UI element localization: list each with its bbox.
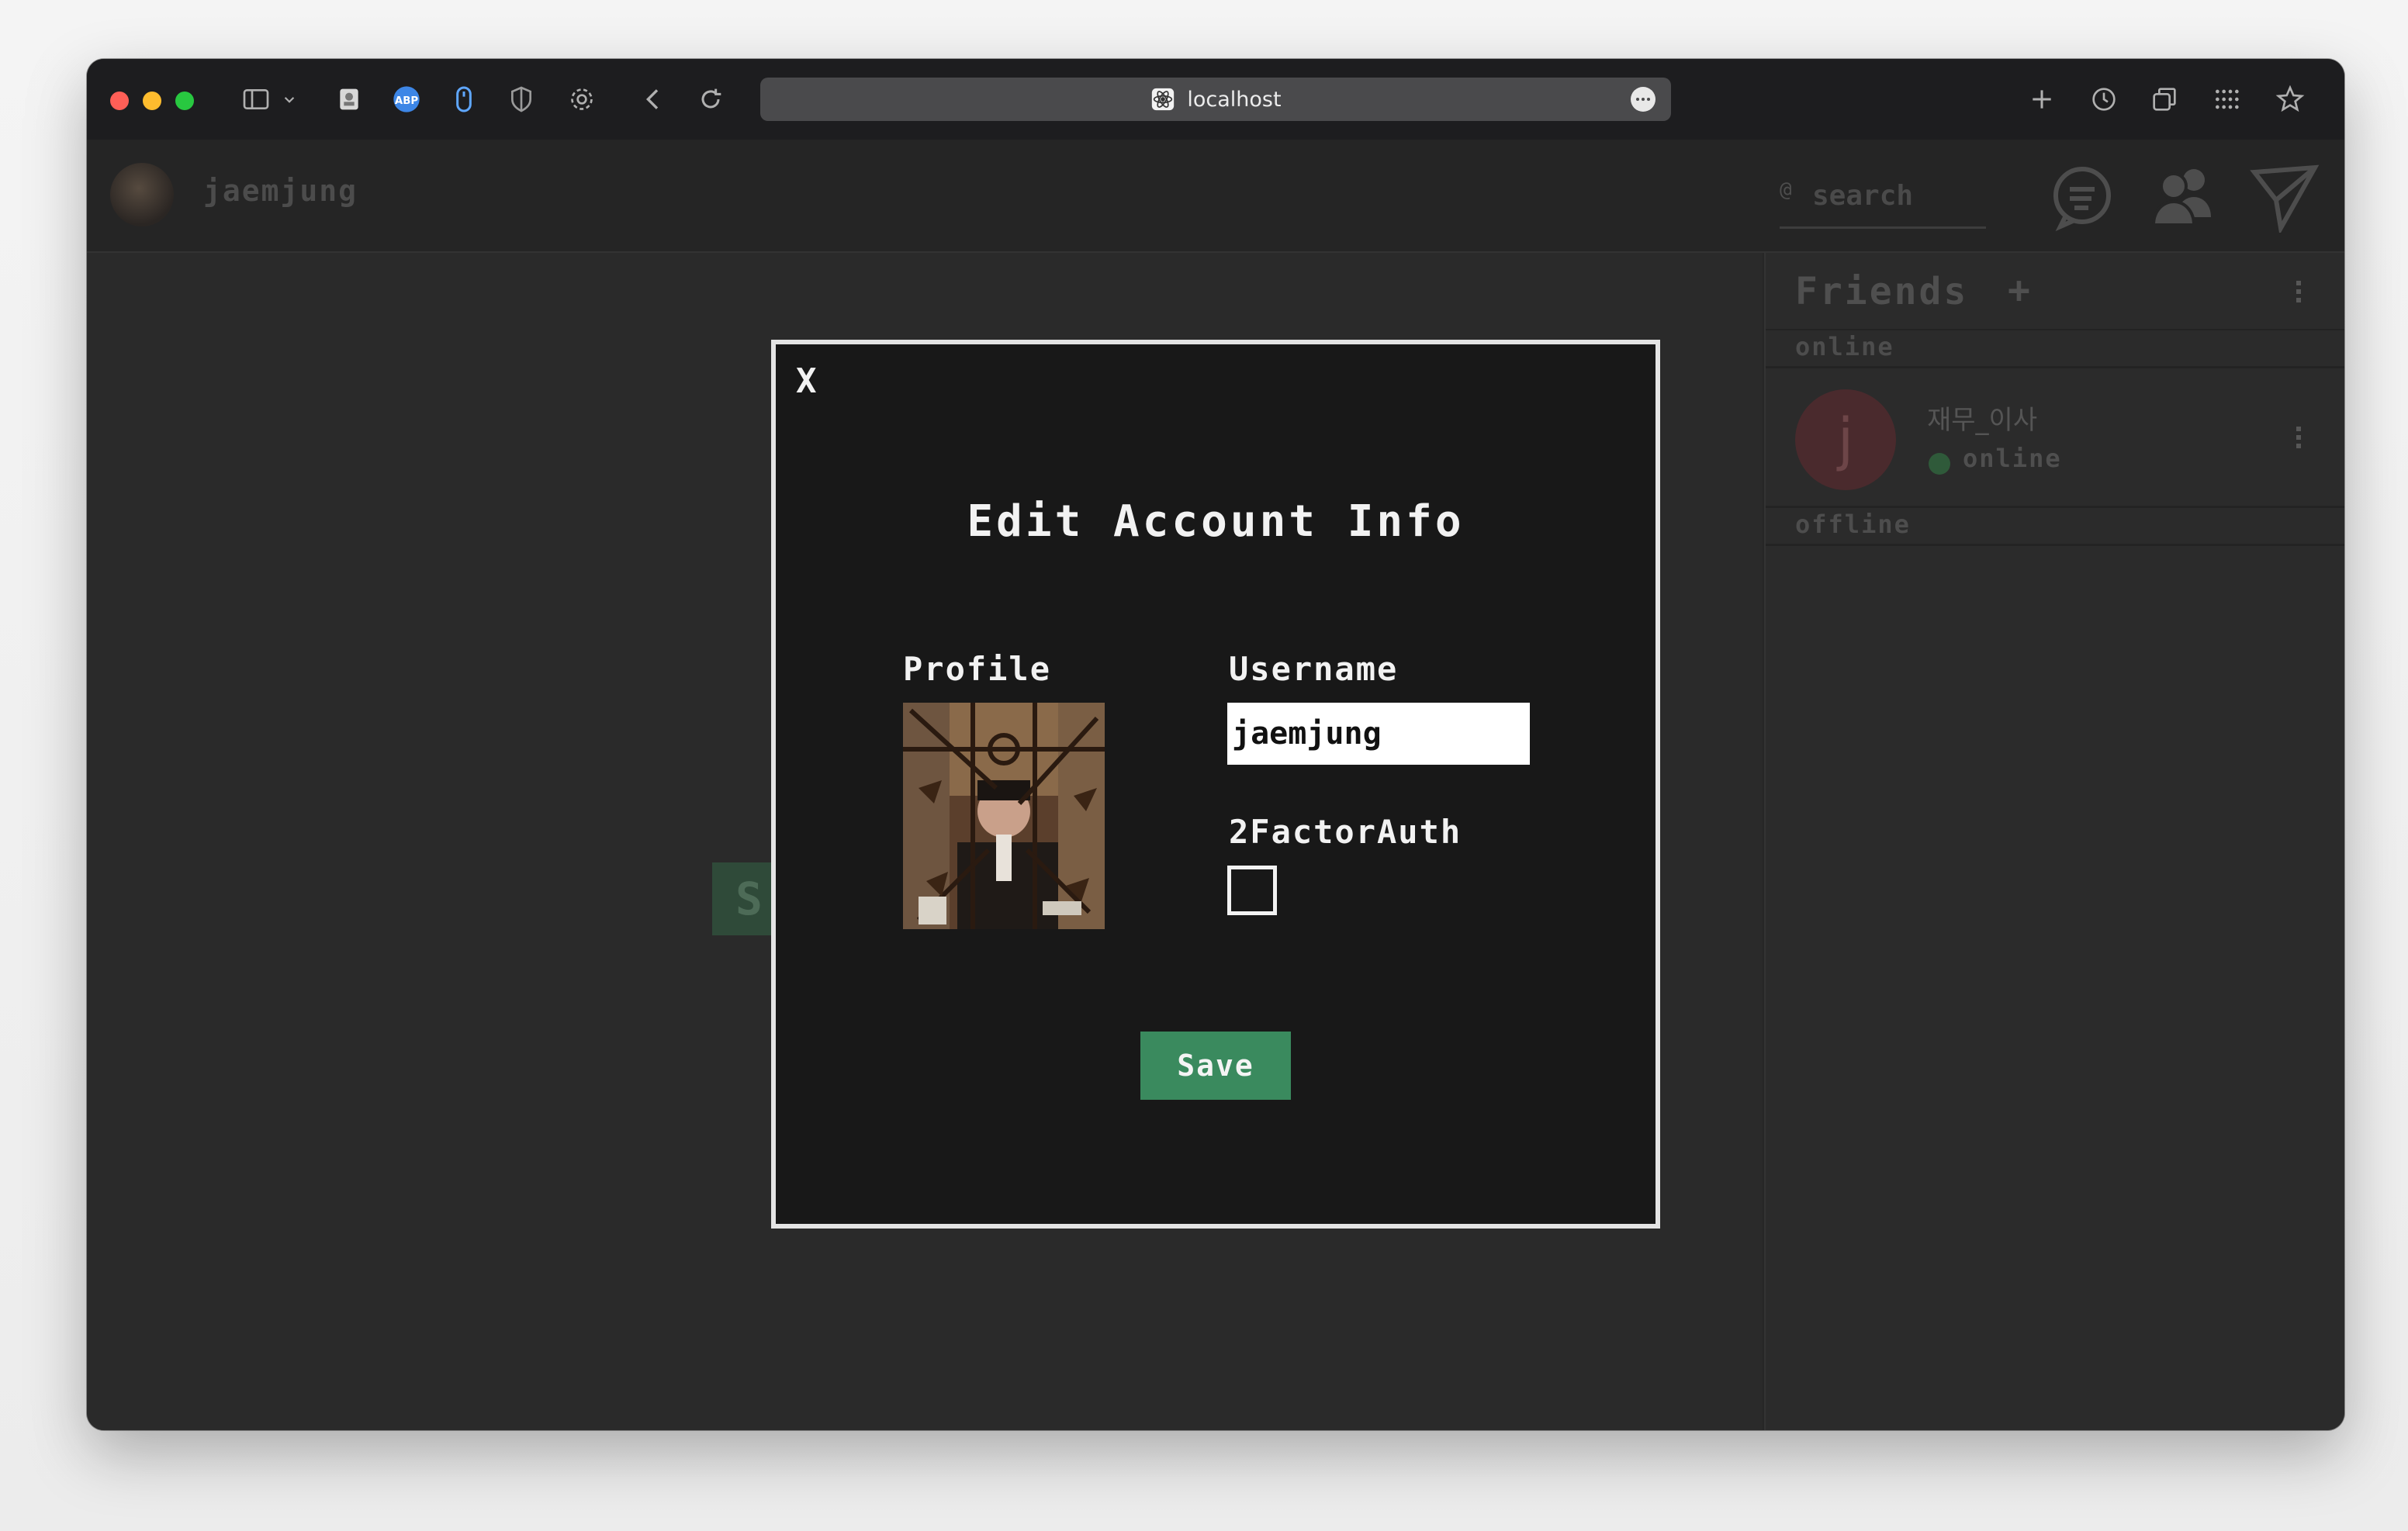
profile-label: Profile: [903, 650, 1052, 688]
profile-image[interactable]: [903, 703, 1105, 929]
page-title: Edit Account Info: [967, 496, 1465, 547]
edit-account-modal: X Edit Account Info Profile Username jae…: [771, 340, 1660, 1229]
browser-window: ABP localhost jaemjung @ search S Friend…: [87, 59, 2344, 1430]
close-icon[interactable]: X: [796, 361, 817, 401]
username-label: Username: [1229, 650, 1399, 688]
username-field[interactable]: [1227, 703, 1530, 765]
save-button[interactable]: Save: [1140, 1032, 1291, 1100]
modal-overlay: X Edit Account Info Profile Username jae…: [87, 59, 2344, 1430]
twofa-label: 2FactorAuth: [1229, 813, 1462, 851]
twofa-checkbox[interactable]: [1227, 866, 1277, 915]
